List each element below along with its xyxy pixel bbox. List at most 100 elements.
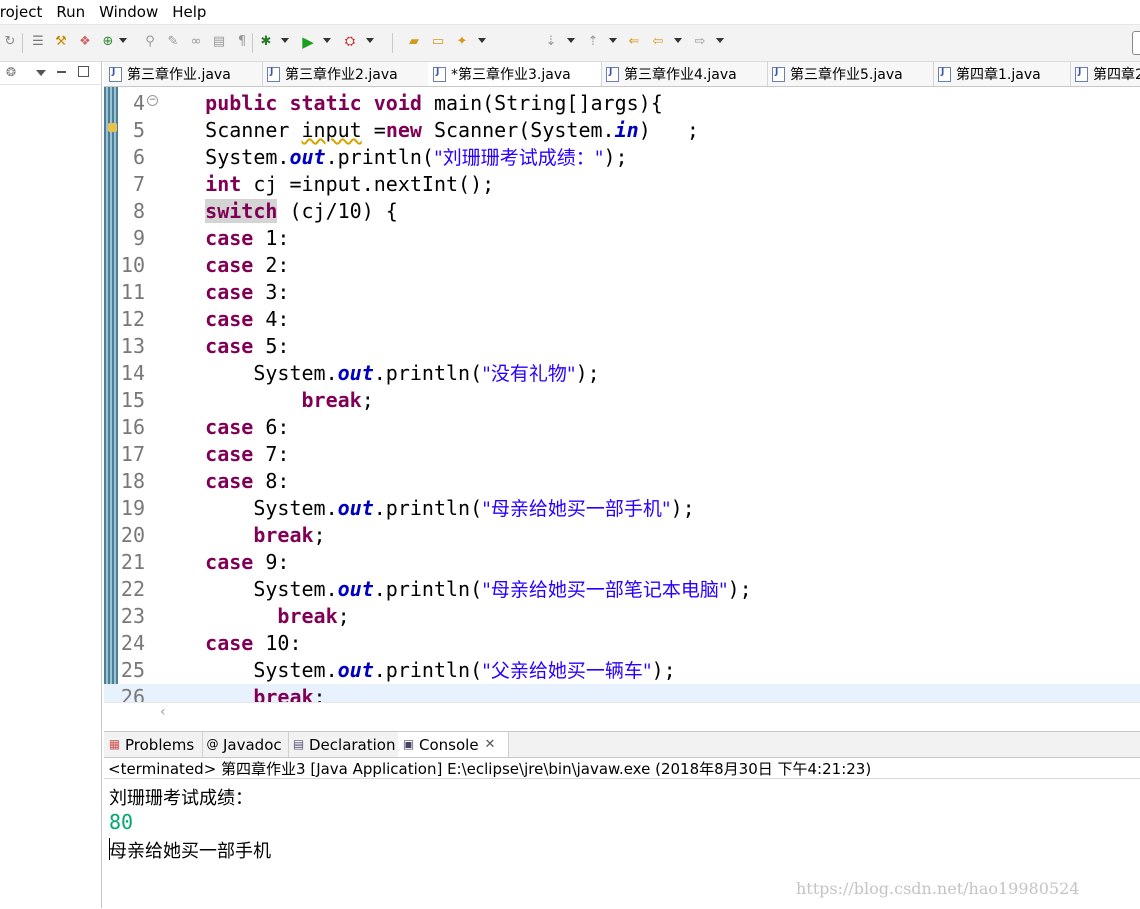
java-file-icon <box>109 66 122 82</box>
scroll-left-icon[interactable]: ‹ <box>160 704 166 720</box>
code-line[interactable]: 7 int cj =input.nextInt(); <box>104 171 1140 198</box>
line-number: 17 <box>120 442 145 466</box>
prev-annotation-icon[interactable]: ⇡ <box>585 34 601 50</box>
tab-console[interactable]: ▣ Console ✕ <box>398 732 509 757</box>
chevron-down-icon[interactable] <box>674 38 682 43</box>
tab-declaration[interactable]: ▤ Declaration <box>288 732 399 757</box>
menu-run[interactable]: Run <box>56 3 85 21</box>
code-line[interactable]: 23 break; <box>104 603 1140 630</box>
code-line[interactable]: 22 System.out.println("母亲给她买一部笔记本电脑"); <box>104 576 1140 603</box>
code-text: case 10: <box>205 631 302 655</box>
chevron-down-icon[interactable] <box>119 38 127 43</box>
tab-file-7[interactable]: 第四章2 <box>1070 62 1140 86</box>
code-line[interactable]: 18 case 8: <box>104 468 1140 495</box>
next-annotation-icon[interactable]: ⇣ <box>543 34 559 50</box>
editor-horizontal-scrollbar[interactable]: ‹ <box>104 702 1140 723</box>
line-number: 25 <box>120 658 145 682</box>
pen-icon[interactable]: ✎ <box>165 34 181 50</box>
minimize-icon[interactable] <box>57 71 66 73</box>
back-icon[interactable]: ⇦ <box>650 34 666 50</box>
tab-problems[interactable]: ▦ Problems <box>104 732 203 757</box>
code-editor[interactable]: 4 public static void main(String[]args){… <box>104 87 1140 702</box>
tab-file-4[interactable]: 第三章作业4.java <box>601 62 768 86</box>
code-line[interactable]: 6 System.out.println("刘珊珊考试成绩："); <box>104 144 1140 171</box>
chevron-down-icon[interactable] <box>609 38 617 43</box>
line-number: 12 <box>120 307 145 331</box>
code-line[interactable]: 12 case 4: <box>104 306 1140 333</box>
code-line[interactable]: 16 case 6: <box>104 414 1140 441</box>
package-icon[interactable]: ❖ <box>77 34 93 50</box>
tab-file-2[interactable]: 第三章作业2.java <box>262 62 429 86</box>
line-number: 11 <box>120 280 145 304</box>
line-number: 15 <box>120 388 145 412</box>
chevron-down-icon[interactable] <box>478 38 486 43</box>
code-line[interactable]: 9 case 1: <box>104 225 1140 252</box>
chevron-down-icon[interactable] <box>281 38 289 43</box>
outline-icon[interactable]: ☰ <box>30 34 46 50</box>
code-line[interactable]: 13 case 5: <box>104 333 1140 360</box>
code-text: break; <box>277 604 350 628</box>
code-line[interactable]: 24 case 10: <box>104 630 1140 657</box>
last-edit-icon[interactable]: ⇐ <box>626 34 642 50</box>
maximize-icon[interactable] <box>78 66 89 77</box>
run-external-icon[interactable]: ⛭ <box>342 34 358 50</box>
code-line[interactable]: 10 case 2: <box>104 252 1140 279</box>
code-line[interactable]: 4 public static void main(String[]args){ <box>104 90 1140 117</box>
line-number: 13 <box>120 334 145 358</box>
left-panel: ❂ <box>0 62 102 908</box>
code-line[interactable]: 26 break; <box>104 684 1140 702</box>
hierarchy-icon[interactable]: ⚒ <box>53 34 69 50</box>
line-number: 21 <box>120 550 145 574</box>
open-type-icon[interactable]: ▰ <box>406 34 422 50</box>
toolbar: ↻ ☰ ⚒ ❖ ⊕ ⚲ ✎ ∞ ▤ ¶ ✱ ▶ ⛭ ▰ ▭ ✦ ⇣ ⇡ ⇐ ⇦ … <box>0 25 1140 62</box>
close-icon[interactable]: ✕ <box>485 737 496 752</box>
console-output-line: 母亲给她买一部手机 <box>109 841 271 862</box>
tab-file-6[interactable]: 第四章1.java <box>933 62 1071 86</box>
tab-file-1[interactable]: 第三章作业.java <box>104 62 263 86</box>
code-text: case 1: <box>205 226 290 250</box>
tab-file-3[interactable]: *第三章作业3.java <box>428 62 602 86</box>
code-line[interactable]: 14 System.out.println("没有礼物"); <box>104 360 1140 387</box>
code-line[interactable]: 21 case 9: <box>104 549 1140 576</box>
chevron-down-icon[interactable] <box>716 38 724 43</box>
code-text: case 5: <box>205 334 290 358</box>
link-icon[interactable]: ∞ <box>188 34 204 50</box>
quick-access-field[interactable] <box>1132 31 1140 55</box>
code-line[interactable]: 19 System.out.println("母亲给她买一部手机"); <box>104 495 1140 522</box>
menu-help[interactable]: Help <box>172 3 206 21</box>
editor-tabs: 第三章作业.java 第三章作业2.java *第三章作业3.java 第三章作… <box>104 62 1140 87</box>
code-line[interactable]: 17 case 7: <box>104 441 1140 468</box>
fold-icon[interactable]: − <box>147 95 158 106</box>
chevron-down-icon[interactable] <box>323 38 331 43</box>
run-icon[interactable]: ▶ <box>300 34 316 50</box>
code-line[interactable]: 11 case 3: <box>104 279 1140 306</box>
pilcrow-icon[interactable]: ¶ <box>234 34 250 50</box>
search-icon[interactable]: ⚲ <box>142 34 158 50</box>
code-line[interactable]: 20 break; <box>104 522 1140 549</box>
view-icon[interactable]: ❂ <box>6 65 16 79</box>
new-class-icon[interactable]: ⊕ <box>100 34 116 50</box>
menu-window[interactable]: Window <box>99 3 158 21</box>
wand-icon[interactable]: ✦ <box>454 34 470 50</box>
forward-icon[interactable]: ⇨ <box>692 34 708 50</box>
chevron-down-icon[interactable] <box>567 38 575 43</box>
page-icon[interactable]: ▤ <box>211 34 227 50</box>
view-menu-icon[interactable] <box>36 70 46 76</box>
warning-marker-icon[interactable] <box>108 123 117 132</box>
left-panel-header: ❂ <box>0 62 101 85</box>
code-line[interactable]: 15 break; <box>104 387 1140 414</box>
code-line[interactable]: 5 Scanner input =new Scanner(System.in) … <box>104 117 1140 144</box>
code-text: case 4: <box>205 307 290 331</box>
line-number: 16 <box>120 415 145 439</box>
console-status: <terminated> 第四章作业3 [Java Application] E… <box>108 760 872 778</box>
chevron-down-icon[interactable] <box>366 38 374 43</box>
refresh-icon[interactable]: ↻ <box>2 34 18 50</box>
tab-file-5[interactable]: 第三章作业5.java <box>767 62 934 86</box>
code-text: Scanner input =new Scanner(System.in) ; <box>157 118 699 142</box>
menu-project[interactable]: Project <box>0 3 42 21</box>
tab-javadoc[interactable]: @ Javadoc <box>202 732 289 757</box>
code-line[interactable]: 25 System.out.println("父亲给她买一辆车"); <box>104 657 1140 684</box>
debug-icon[interactable]: ✱ <box>258 34 274 50</box>
folder-icon[interactable]: ▭ <box>430 34 446 50</box>
code-line[interactable]: 8 switch (cj/10) { <box>104 198 1140 225</box>
